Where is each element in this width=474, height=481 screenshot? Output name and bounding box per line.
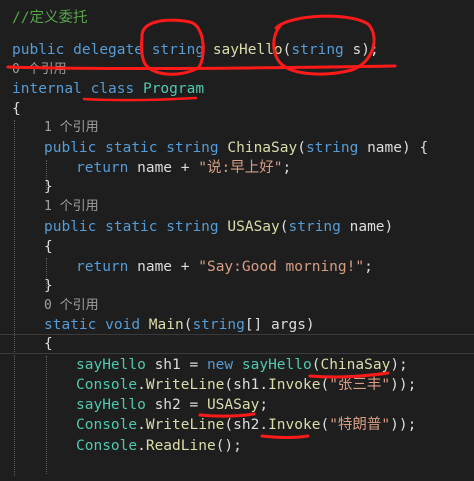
- code-line-chinasay-signature[interactable]: public static string ChinaSay(string nam…: [44, 138, 428, 158]
- code-line-return[interactable]: return name + "说:早上好";: [76, 158, 291, 178]
- code-line-writeline-sh2[interactable]: Console.WriteLine(sh2.Invoke("特朗普"));: [76, 415, 416, 435]
- keyword: public: [44, 219, 97, 235]
- keyword: delegate: [73, 42, 143, 58]
- string-literal: "说:早上好": [198, 160, 283, 176]
- class-name: Program: [142, 81, 205, 97]
- code-line-sh1-assign[interactable]: sayHello sh1 = new sayHello(ChinaSay);: [76, 355, 408, 375]
- code-text: );: [390, 357, 408, 373]
- keyword: return: [76, 160, 129, 176]
- keyword: public: [44, 140, 97, 156]
- paren: (: [279, 219, 289, 235]
- keyword: static: [44, 317, 97, 333]
- method-name: Invoke: [268, 377, 321, 393]
- indent-guide: [46, 356, 47, 474]
- keyword: public: [12, 42, 65, 58]
- code-text: (sh1.: [224, 377, 269, 393]
- code-line-main-signature[interactable]: static void Main(string[] args): [44, 315, 315, 335]
- method-name: USASay: [206, 397, 260, 413]
- code-line-brace[interactable]: {: [12, 99, 21, 119]
- type-name: sayHello: [76, 397, 146, 413]
- type-name: sayHello: [76, 357, 146, 373]
- method-name: ReadLine: [145, 438, 216, 454]
- keyword: void: [105, 317, 141, 333]
- code-line-brace[interactable]: }: [44, 276, 53, 296]
- code-text: .: [137, 377, 146, 393]
- keyword: static: [105, 219, 158, 235]
- keyword: return: [76, 259, 129, 275]
- code-text: sh1 =: [145, 357, 207, 373]
- code-text: name +: [128, 259, 199, 275]
- keyword: new: [206, 357, 234, 373]
- string-literal: "张三丰": [329, 377, 391, 393]
- code-line-brace[interactable]: }: [44, 177, 53, 197]
- reference-count[interactable]: 0 个引用: [44, 296, 99, 316]
- code-line-brace[interactable]: {: [44, 334, 53, 354]
- string-literal: "特朗普": [329, 417, 391, 433]
- code-text: name) {: [358, 140, 429, 156]
- code-text: ;: [282, 160, 292, 176]
- code-text: [] args): [244, 317, 315, 333]
- keyword: class: [90, 81, 135, 97]
- string-literal: "Say:Good morning!": [198, 259, 365, 275]
- method-name: ChinaSay: [227, 140, 298, 156]
- method-name: WriteLine: [145, 417, 225, 433]
- keyword: internal: [12, 81, 82, 97]
- reference-count[interactable]: 0 个引用: [12, 60, 67, 80]
- method-name: Invoke: [268, 417, 321, 433]
- code-text: ;: [364, 259, 373, 275]
- keyword: string: [291, 42, 344, 58]
- code-text: sh2 =: [145, 397, 207, 413]
- code-line-comment[interactable]: //定义委托: [12, 8, 87, 28]
- code-text: ));: [390, 377, 417, 393]
- code-text: ;: [259, 397, 269, 413]
- keyword: string: [192, 317, 245, 333]
- code-line-return[interactable]: return name + "Say:Good morning!";: [76, 257, 373, 277]
- method-name: WriteLine: [145, 377, 225, 393]
- delegate-name: sayHello: [212, 42, 283, 58]
- type-name: sayHello: [241, 357, 312, 373]
- code-text: (sh2.: [224, 417, 269, 433]
- code-line-usasay-signature[interactable]: public static string USASay(string name): [44, 217, 393, 237]
- code-line-class[interactable]: internal class Program: [12, 79, 204, 99]
- keyword: static: [105, 140, 158, 156]
- code-line-readline[interactable]: Console.ReadLine();: [76, 436, 242, 456]
- current-line-highlight: [0, 334, 474, 354]
- keyword: string: [288, 219, 341, 235]
- reference-count[interactable]: 1 个引用: [44, 118, 99, 138]
- code-line-brace[interactable]: {: [44, 237, 53, 257]
- keyword: string: [166, 140, 219, 156]
- code-text: .: [137, 438, 146, 454]
- paren: (: [297, 140, 306, 156]
- code-line-delegate[interactable]: public delegate string sayHello(string s…: [12, 40, 379, 60]
- code-text: name +: [128, 160, 199, 176]
- code-text: name): [340, 219, 394, 235]
- code-text: ();: [215, 438, 242, 454]
- method-name: ChinaSay: [320, 357, 391, 373]
- method-name: USASay: [227, 219, 280, 235]
- keyword: string: [305, 140, 359, 156]
- type-name: Console: [76, 377, 138, 393]
- keyword: string: [166, 219, 219, 235]
- paren: (: [320, 377, 330, 393]
- paren: (: [320, 417, 330, 433]
- annotation-underline-invoke: [260, 434, 310, 439]
- method-name: Main: [148, 317, 184, 333]
- code-line-sh2-assign[interactable]: sayHello sh2 = USASay;: [76, 395, 268, 415]
- reference-count[interactable]: 1 个引用: [44, 197, 99, 217]
- code-line-writeline-sh1[interactable]: Console.WriteLine(sh1.Invoke("张三丰"));: [76, 375, 416, 395]
- indent-guide: [14, 120, 15, 476]
- code-text: s);: [343, 42, 379, 58]
- type-name: Console: [76, 438, 138, 454]
- keyword: string: [151, 42, 205, 58]
- code-text: ));: [390, 417, 417, 433]
- type-name: Console: [76, 417, 138, 433]
- code-text: .: [137, 417, 146, 433]
- code-editor[interactable]: //定义委托 public delegate string sayHello(s…: [0, 0, 474, 481]
